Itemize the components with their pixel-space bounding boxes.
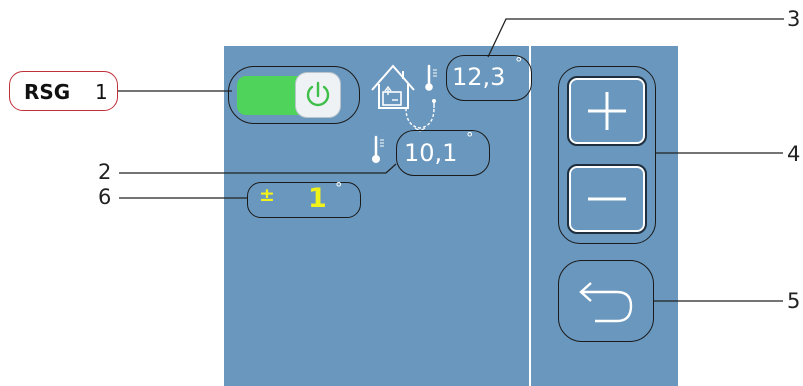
callout-1: 1 bbox=[95, 80, 108, 104]
power-icon bbox=[306, 81, 330, 107]
minus-button[interactable] bbox=[567, 164, 647, 234]
offset-sign: ± bbox=[259, 184, 275, 206]
callout-2: 2 bbox=[98, 160, 112, 184]
rsg-label: RSG bbox=[24, 80, 71, 104]
callout-6: 6 bbox=[98, 185, 112, 209]
offset-value: 1 bbox=[308, 183, 327, 214]
back-button[interactable] bbox=[558, 260, 654, 342]
indoor-temp-value: 10,1 bbox=[404, 139, 458, 167]
plus-button[interactable] bbox=[567, 76, 647, 146]
callout-3: 3 bbox=[787, 7, 801, 31]
back-arrow-icon bbox=[579, 282, 633, 323]
callout-5: 5 bbox=[787, 289, 801, 313]
thermometer-icon bbox=[372, 135, 384, 163]
thermometer-icon bbox=[425, 64, 437, 91]
power-toggle-knob[interactable] bbox=[296, 73, 340, 117]
leader-line-3 bbox=[487, 18, 784, 58]
indoor-temp-degree: ° bbox=[466, 129, 474, 147]
minus-icon bbox=[588, 197, 626, 201]
outdoor-temp-value: 12,3 bbox=[452, 63, 506, 91]
plus-icon bbox=[588, 92, 626, 130]
offset-degree: ° bbox=[335, 179, 343, 197]
outdoor-temp-degree: ° bbox=[515, 54, 523, 72]
leader-line-2 bbox=[119, 163, 397, 174]
callout-4: 4 bbox=[787, 142, 801, 166]
